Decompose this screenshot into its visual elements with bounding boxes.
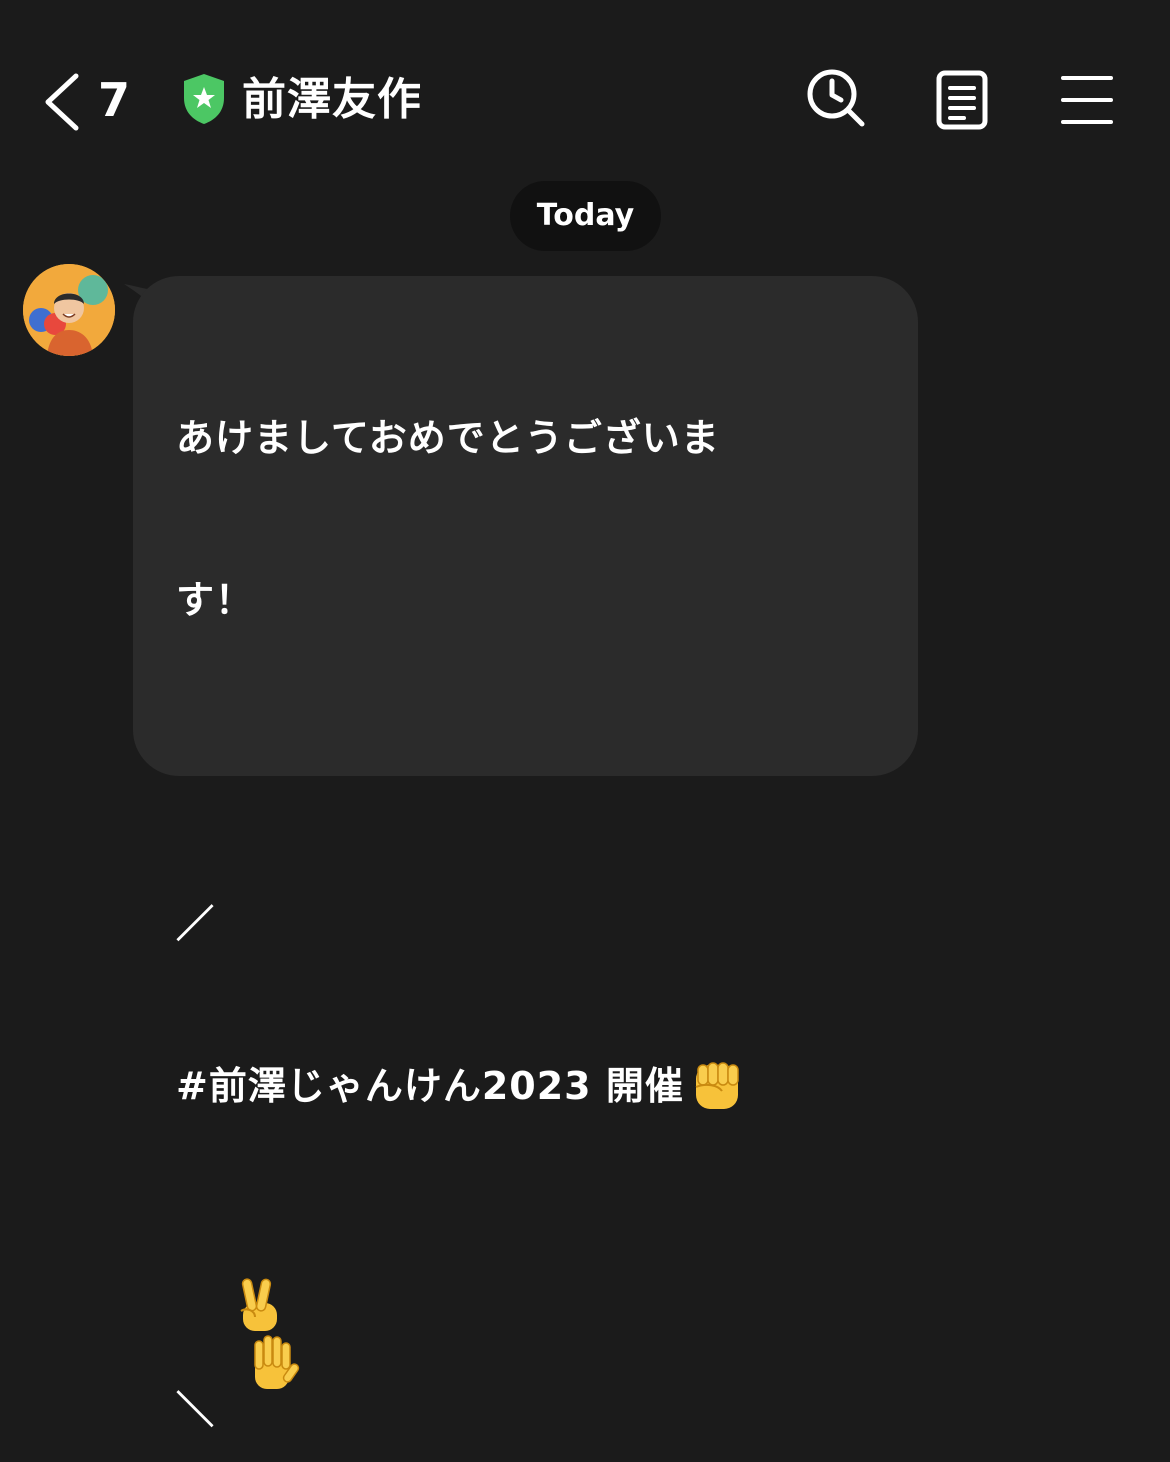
search-history-icon (807, 69, 865, 127)
message-text: あけましておめでとうございま す！ ／ #前澤じゃんけん2023 開催 ＼ (176, 303, 816, 1462)
message-line: ／ (176, 902, 216, 946)
message-line-emoji (176, 1221, 816, 1389)
back-button[interactable] (40, 70, 100, 134)
raised-fist-icon (695, 1061, 739, 1109)
message-line (176, 735, 816, 789)
verified-shield-icon (184, 74, 224, 124)
message-line: す！ (176, 578, 255, 622)
victory-hand-icon (240, 1277, 277, 1331)
hashtag-text[interactable]: #前澤じゃんけん2023 開催 (176, 1064, 684, 1108)
unread-count[interactable]: 7 (98, 72, 130, 128)
chat-title[interactable]: 前澤友作 (242, 70, 422, 130)
search-button[interactable] (806, 68, 866, 128)
menu-icon (1061, 76, 1113, 124)
avatar-image (23, 264, 115, 356)
raised-hand-icon (254, 1334, 300, 1389)
message-line: あけましておめでとうございま (176, 416, 720, 460)
chat-header: 7 前澤友作 (0, 0, 1170, 180)
date-divider: Today (510, 181, 661, 251)
back-chevron-icon (45, 73, 79, 131)
notes-icon (936, 70, 988, 130)
avatar[interactable] (23, 264, 115, 356)
message-line-hashtag: #前澤じゃんけん2023 開催 (176, 1059, 816, 1113)
notes-button[interactable] (936, 70, 988, 130)
menu-button[interactable] (1060, 74, 1114, 126)
